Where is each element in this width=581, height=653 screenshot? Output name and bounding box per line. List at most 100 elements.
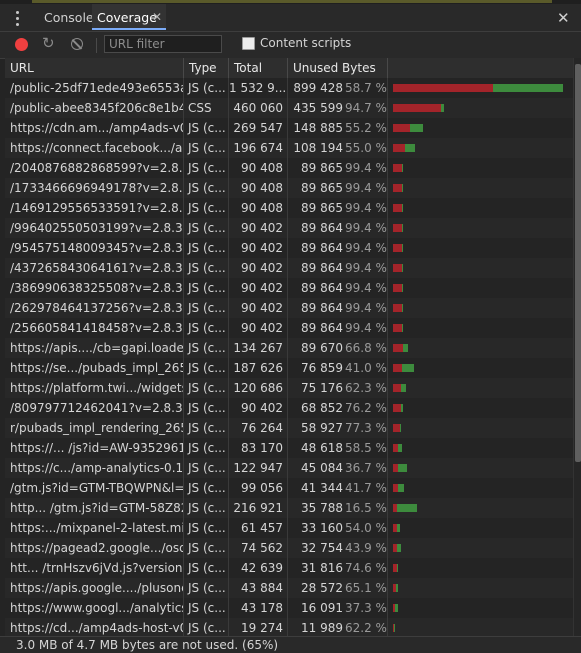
clear-icon[interactable]	[71, 38, 83, 50]
unused-percent-cell: 41.0 %	[345, 358, 388, 378]
used-bytes-segment	[402, 204, 404, 212]
usage-bar	[388, 438, 573, 458]
usage-bar	[388, 558, 573, 578]
usage-bar	[388, 518, 573, 538]
unused-bytes-segment	[393, 304, 403, 312]
url-cell: /437265843064161?v=2.8.30&r:	[5, 258, 184, 278]
used-bytes-segment	[402, 284, 404, 292]
unused-bytes-cell: 899 428	[293, 81, 343, 95]
used-bytes-segment	[398, 444, 403, 452]
type-cell: JS (c...	[184, 198, 229, 218]
table-row[interactable]: https://se.../pubads_impl_265.js JS (c...…	[5, 358, 573, 378]
table-row[interactable]: https://platform.twi.../widgets.js JS (c.…	[5, 378, 573, 398]
unused-percent-cell: 58.7 %	[345, 78, 388, 98]
table-row[interactable]: /256605841418458?v=2.8.30&r:JS (c...90 4…	[5, 318, 573, 338]
unused-bytes-cell: 28 572	[301, 581, 343, 595]
table-row[interactable]: https:.../mixpanel-2-latest.min.jsJS (c.…	[5, 518, 573, 538]
unused-bytes-cell: 89 864	[301, 321, 343, 335]
used-bytes-segment	[401, 364, 414, 372]
table-row[interactable]: /1733466696949178?v=2.8.30&JS (c...90 40…	[5, 178, 573, 198]
drag-handle[interactable]	[32, 0, 552, 3]
unused-bytes-cell: 35 788	[301, 501, 343, 515]
close-tab-icon[interactable]: ✕	[152, 4, 162, 31]
unused-bytes-cell: 68 852	[301, 401, 343, 415]
table-header: URL Type Total By... Unused Bytes	[5, 58, 573, 95]
usage-bar	[388, 238, 573, 258]
usage-bar	[388, 478, 573, 498]
table-row[interactable]: https://www.googl.../analytics.js JS (c..…	[5, 598, 573, 618]
column-header-usage-visualization[interactable]	[388, 58, 573, 78]
unused-bytes-segment	[393, 264, 403, 272]
column-header-unused-bytes[interactable]: Unused Bytes	[288, 58, 388, 78]
usage-bar	[388, 78, 573, 98]
url-filter-input[interactable]	[104, 35, 222, 53]
coverage-table: URL Type Total By... Unused Bytes /publi…	[5, 58, 573, 636]
total-bytes-cell: 90 402	[229, 238, 288, 258]
tab-bar: Console Coverage ✕ ✕	[0, 4, 581, 32]
content-scripts-checkbox[interactable]	[242, 37, 255, 50]
close-panel-icon[interactable]: ✕	[557, 9, 570, 27]
table-row[interactable]: /public-abee8345f206c8e1b4bc!CSS460 060 4…	[5, 98, 573, 118]
table-row[interactable]: r/pubads_impl_rendering_265.js JS (c... 76…	[5, 418, 573, 438]
table-row[interactable]: /809797712462041?v=2.8.30&r:JS (c...90 4…	[5, 398, 573, 418]
unused-bytes-cell: 108 194	[293, 141, 343, 155]
table-row[interactable]: /public-25df71ede493e6553a8a JS (c... 1 53…	[5, 78, 573, 98]
total-bytes-cell: 196 674	[229, 138, 288, 158]
record-icon[interactable]	[15, 38, 28, 51]
tab-console[interactable]: Console	[44, 4, 94, 31]
table-row[interactable]: /996402550503199?v=2.8.30&r:JS (c...90 4…	[5, 218, 573, 238]
table-row[interactable]: https://apis..../cb=gapi.loaded_0JS (c..…	[5, 338, 573, 358]
total-bytes-cell: 90 402	[229, 298, 288, 318]
table-row[interactable]: https://cd.../amp4ads-host-v0.js JS (c...…	[5, 618, 573, 636]
unused-bytes-cell: 76 859	[301, 361, 343, 375]
type-cell: JS (c...	[184, 218, 229, 238]
table-row[interactable]: https://c.../amp-analytics-0.1.js JS (c..…	[5, 458, 573, 478]
used-bytes-segment	[492, 84, 563, 92]
column-header-total-bytes[interactable]: Total By...	[229, 58, 288, 95]
type-cell: JS (c...	[184, 598, 229, 618]
unused-bytes-cell: 32 754	[301, 541, 343, 555]
table-row[interactable]: http... /gtm.js?id=GTM-58Z82M JS (c... 216…	[5, 498, 573, 518]
table-row[interactable]: /1469129556533591?v=2.8.30&JS (c...90 40…	[5, 198, 573, 218]
table-row[interactable]: https://... /js?id=AW-935296116 JS (c... 8…	[5, 438, 573, 458]
total-bytes-cell: 90 402	[229, 218, 288, 238]
reload-icon[interactable]: ↻	[42, 34, 55, 52]
unused-bytes-cell: 58 927	[301, 421, 343, 435]
unused-percent-cell: 62.2 %	[345, 618, 388, 636]
type-cell: JS (c...	[184, 118, 229, 138]
unused-bytes-segment	[393, 164, 403, 172]
column-header-type[interactable]: Type	[184, 58, 229, 78]
unused-percent-cell: 16.5 %	[345, 498, 388, 518]
table-row[interactable]: /gtm.js?id=GTM-TBQWPN&l=g! JS (c... 99 056…	[5, 478, 573, 498]
unused-percent-cell: 99.4 %	[345, 298, 388, 318]
table-row[interactable]: /262978464137256?v=2.8.30&r:JS (c...90 4…	[5, 298, 573, 318]
table-row[interactable]: /386990638325508?v=2.8.30&r:JS (c...90 4…	[5, 278, 573, 298]
vertical-scrollbar[interactable]	[573, 58, 581, 636]
total-bytes-cell: 74 562	[229, 538, 288, 558]
table-row[interactable]: https://cdn.am.../amp4ads-v0.js JS (c... 2…	[5, 118, 573, 138]
unused-percent-cell: 99.4 %	[345, 198, 388, 218]
usage-bar	[388, 618, 573, 636]
usage-bar	[388, 458, 573, 478]
tab-coverage[interactable]: Coverage ✕	[92, 4, 166, 30]
url-cell: /809797712462041?v=2.8.30&r:	[5, 398, 184, 418]
used-bytes-segment	[397, 484, 404, 492]
unused-bytes-cell: 45 084	[301, 461, 343, 475]
table-row[interactable]: https://connect.facebook.../all.js JS (c.…	[5, 138, 573, 158]
url-cell: https://cdn.am.../amp4ads-v0.js	[5, 118, 184, 138]
total-bytes-cell: 120 686	[229, 378, 288, 398]
unused-bytes-cell: 89 864	[301, 281, 343, 295]
used-bytes-segment	[398, 464, 407, 472]
column-header-url[interactable]: URL	[5, 58, 184, 78]
table-row[interactable]: htt... /trnHszv6jVd.js?version=42JS (c..…	[5, 558, 573, 578]
unused-percent-cell: 54.0 %	[345, 518, 388, 538]
more-tabs-icon[interactable]	[16, 11, 20, 29]
unused-bytes-segment	[393, 84, 493, 92]
table-row[interactable]: https://apis.google..../plusone.js JS (c.…	[5, 578, 573, 598]
table-row[interactable]: https://pagead2.google.../osd.js JS (c...…	[5, 538, 573, 558]
usage-bar	[388, 338, 573, 358]
table-row[interactable]: /437265843064161?v=2.8.30&r:JS (c...90 4…	[5, 258, 573, 278]
table-row[interactable]: /954575148009345?v=2.8.30&r:JS (c...90 4…	[5, 238, 573, 258]
scrollbar-thumb[interactable]	[575, 64, 581, 462]
table-row[interactable]: /2040876882868599?v=2.8.30&JS (c...90 40…	[5, 158, 573, 178]
